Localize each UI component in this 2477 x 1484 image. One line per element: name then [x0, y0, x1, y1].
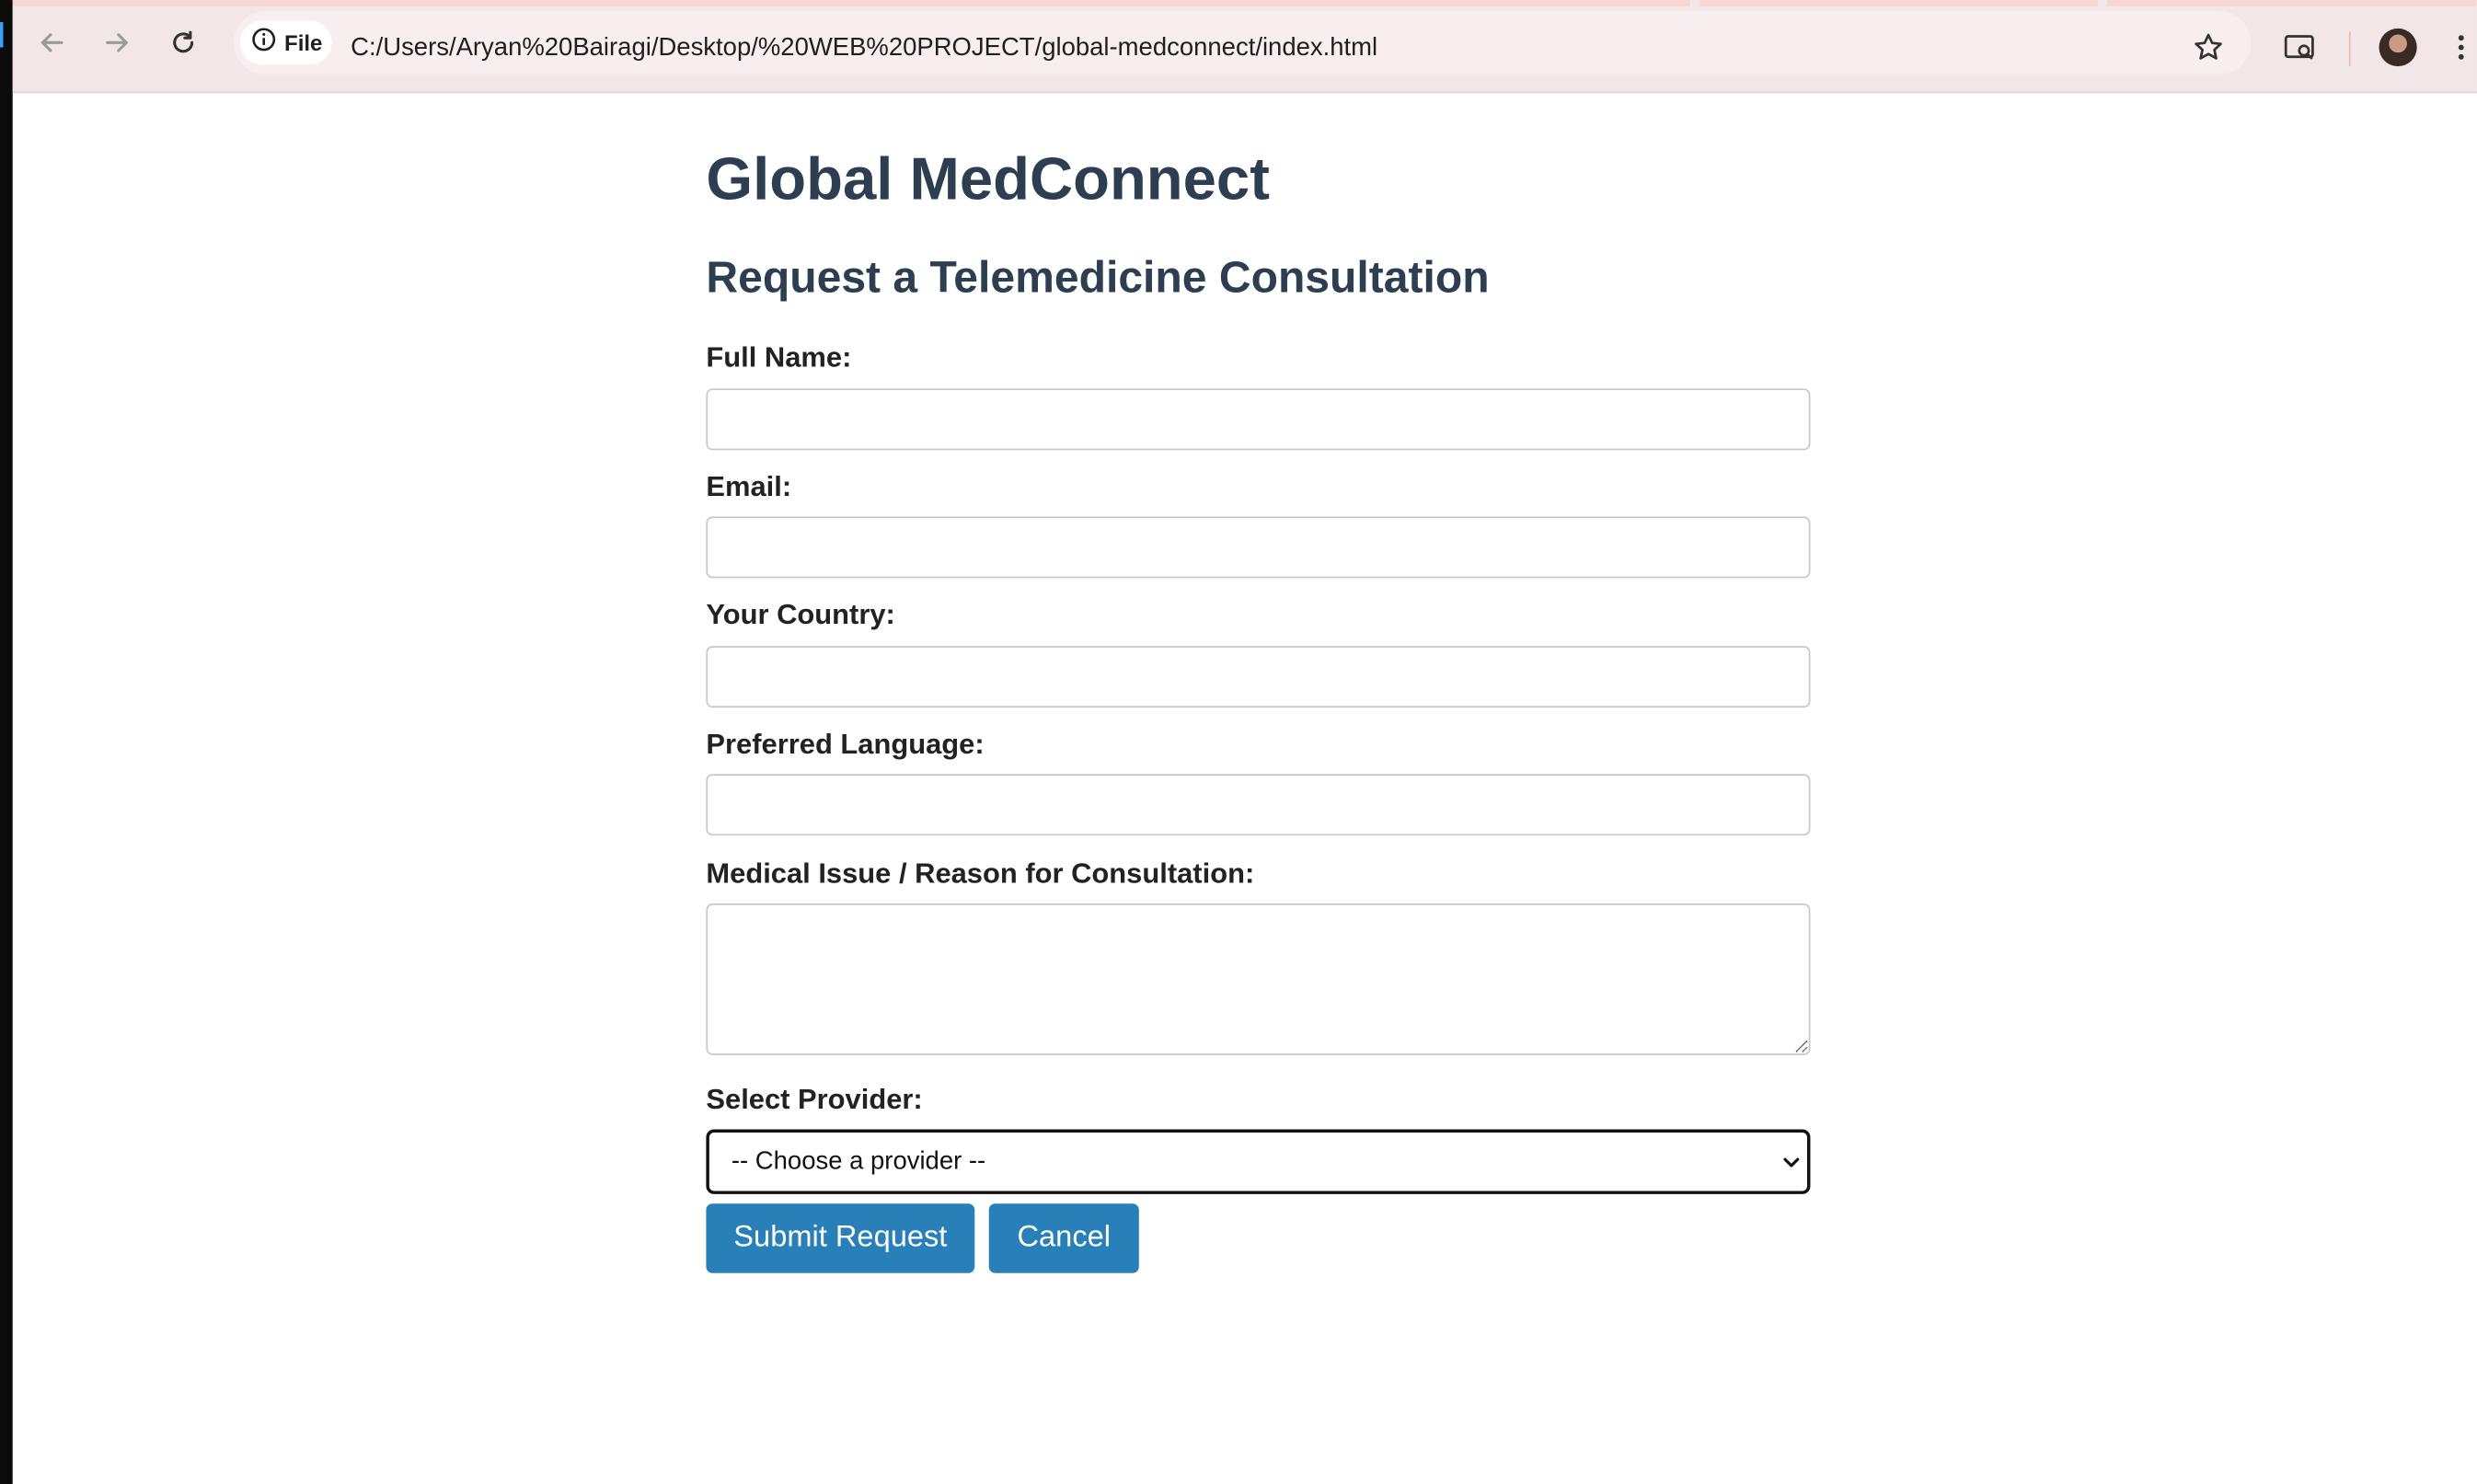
issue-label: Medical Issue / Reason for Consultation:: [706, 857, 1255, 890]
full-name-input[interactable]: [706, 388, 1811, 451]
issue-textarea[interactable]: [706, 903, 1811, 1055]
avatar[interactable]: [2379, 28, 2417, 67]
tab-strip: [12, 0, 2477, 6]
full-name-label: Full Name:: [706, 340, 852, 374]
page-title: Global MedConnect: [706, 146, 1270, 213]
url-text[interactable]: C:/Users/Aryan%20Bairagi/Desktop/%20WEB%…: [351, 31, 1377, 66]
kebab-menu-icon[interactable]: [2446, 27, 2477, 68]
info-icon: [251, 26, 276, 59]
form-heading: Request a Telemedicine Consultation: [706, 252, 1490, 302]
chevron-down-icon: [1782, 1152, 1802, 1180]
language-label: Preferred Language:: [706, 728, 985, 760]
language-input[interactable]: [706, 774, 1811, 836]
tab-search-icon[interactable]: [2279, 27, 2321, 68]
email-label: Email:: [706, 470, 792, 502]
country-label: Your Country:: [706, 598, 895, 631]
star-icon[interactable]: [2188, 27, 2229, 68]
country-input[interactable]: [706, 646, 1811, 708]
submit-button[interactable]: Submit Request: [706, 1203, 975, 1273]
email-input[interactable]: [706, 516, 1811, 579]
site-chip-label: File: [284, 29, 323, 56]
cancel-button[interactable]: Cancel: [988, 1203, 1139, 1273]
provider-label: Select Provider:: [706, 1083, 923, 1116]
arrow-right-icon[interactable]: [97, 22, 138, 63]
provider-selected-value: -- Choose a provider --: [731, 1147, 986, 1175]
reload-icon[interactable]: [163, 22, 204, 63]
provider-select[interactable]: -- Choose a provider --: [706, 1129, 1811, 1194]
arrow-left-icon[interactable]: [31, 22, 73, 63]
desktop-edge: [0, 0, 13, 1484]
screen: File C:/Users/Aryan%20Bairagi/Desktop/%2…: [0, 0, 2477, 1484]
site-info-chip[interactable]: File: [239, 20, 332, 65]
